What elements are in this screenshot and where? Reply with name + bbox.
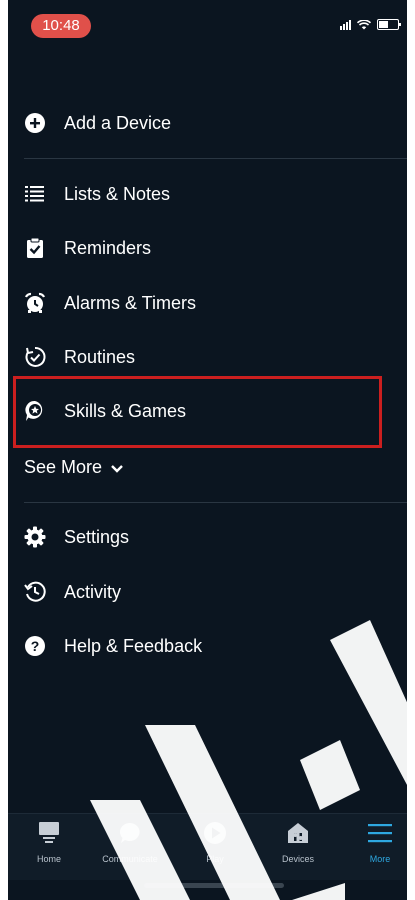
menu-item-label: Alarms & Timers (64, 292, 197, 313)
menu-item-settings[interactable]: Settings (8, 515, 407, 559)
tab-devices[interactable]: Devices (268, 820, 328, 870)
menu-item-label: Help & Feedback (64, 635, 203, 656)
menu-item-reminders[interactable]: Reminders (8, 226, 407, 270)
see-more-label: See More (24, 456, 103, 477)
tab-home[interactable]: Home (19, 820, 79, 870)
tab-more[interactable]: More (350, 820, 407, 870)
menu-item-routines[interactable]: Routines (8, 335, 407, 379)
tab-label: Communicate (102, 854, 158, 864)
menu-item-label: Activity (64, 581, 122, 602)
status-time: 10:48 (31, 14, 91, 38)
signal-icon (340, 19, 351, 30)
help-icon: ? (24, 635, 46, 657)
list-icon (24, 183, 46, 205)
tab-label: Play (206, 854, 224, 864)
menu-item-activity[interactable]: Activity (8, 570, 407, 614)
home-indicator (144, 883, 284, 888)
menu-lines-icon (367, 820, 393, 846)
tab-label: More (369, 854, 391, 864)
menu-item-lists-notes[interactable]: Lists & Notes (8, 172, 407, 216)
see-more-toggle[interactable]: See More (24, 454, 124, 480)
menu-item-add-device[interactable]: Add a Device (8, 101, 407, 145)
home-icon (36, 820, 62, 846)
tab-play[interactable]: Play (185, 820, 245, 870)
menu-item-label: Add a Device (64, 112, 172, 133)
chevron-down-icon (110, 458, 124, 479)
chat-bubble-icon (117, 820, 143, 846)
status-icons (340, 19, 401, 30)
menu-item-label: Lists & Notes (64, 183, 171, 204)
wifi-icon (357, 19, 371, 29)
devices-icon (285, 820, 311, 846)
history-icon (24, 581, 46, 603)
routines-icon (24, 346, 46, 368)
highlight-box (13, 376, 382, 448)
tab-label: Devices (281, 854, 314, 864)
menu-item-label: Settings (64, 526, 130, 547)
app-screen: 10:48 Add a Device Lists & Notes Reminde… (8, 0, 407, 900)
bottom-tab-bar: Home Communicate Play Devices More (8, 813, 407, 880)
menu-item-label: Reminders (64, 237, 152, 258)
battery-icon (377, 19, 401, 30)
menu-item-help-feedback[interactable]: ? Help & Feedback (8, 624, 407, 668)
menu-item-alarms-timers[interactable]: Alarms & Timers (8, 281, 407, 325)
add-circle-icon (24, 112, 46, 134)
alarm-clock-icon (24, 292, 46, 314)
gear-icon (24, 526, 46, 548)
tab-communicate[interactable]: Communicate (100, 820, 160, 870)
reminder-clipboard-icon (24, 237, 46, 259)
divider (24, 158, 407, 159)
divider (24, 502, 407, 503)
play-icon (202, 820, 228, 846)
menu-item-label: Routines (64, 346, 136, 367)
svg-text:?: ? (31, 638, 40, 654)
status-bar: 10:48 (8, 0, 407, 44)
tab-label: Home (36, 854, 61, 864)
